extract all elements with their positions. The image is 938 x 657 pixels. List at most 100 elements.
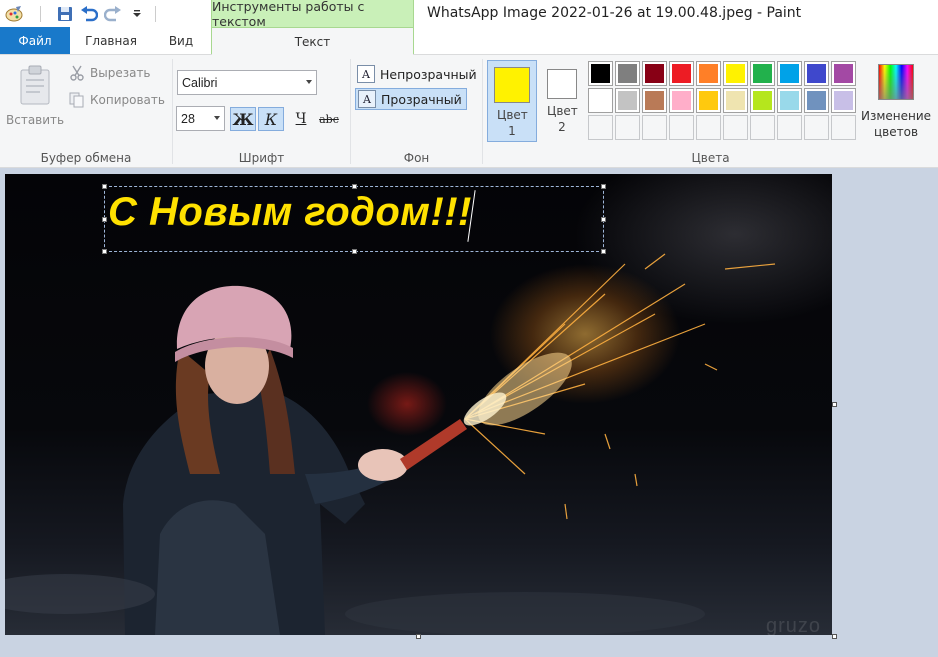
color1-button[interactable]: Цвет 1 xyxy=(487,60,537,142)
background-group-label: Фон xyxy=(403,151,430,165)
palette-color-fill xyxy=(591,91,610,110)
bold-button[interactable]: Ж xyxy=(230,107,256,131)
palette-color-fill xyxy=(807,91,826,110)
palette-color-fill xyxy=(618,64,637,83)
palette-color-fill xyxy=(672,91,691,110)
palette-color-fill xyxy=(834,64,853,83)
palette-color-swatch[interactable] xyxy=(723,61,748,86)
palette-color-swatch[interactable] xyxy=(804,61,829,86)
paste-label: Вставить xyxy=(6,113,65,127)
edit-colors-button[interactable]: Изменение цветов xyxy=(860,61,932,140)
palette-color-swatch[interactable] xyxy=(696,61,721,86)
chevron-down-icon xyxy=(306,80,312,84)
palette-color-swatch[interactable] xyxy=(750,88,775,113)
palette-color-swatch[interactable] xyxy=(723,88,748,113)
copy-button[interactable]: Копировать xyxy=(68,90,165,110)
background-group: A Непрозрачный A Прозрачный Фон xyxy=(351,55,482,168)
color-spectrum-icon xyxy=(878,64,914,100)
text-box-handle[interactable] xyxy=(352,184,357,189)
redo-icon[interactable] xyxy=(101,3,125,25)
palette-custom-slot[interactable] xyxy=(723,115,748,140)
palette-color-swatch[interactable] xyxy=(831,88,856,113)
palette-color-fill xyxy=(699,64,718,83)
font-size-select[interactable]: 28 xyxy=(176,106,225,131)
quick-access-toolbar xyxy=(0,0,158,27)
palette-color-swatch[interactable] xyxy=(642,61,667,86)
canvas-resize-handle-bottom[interactable] xyxy=(416,634,421,639)
palette-color-fill xyxy=(645,91,664,110)
canvas-resize-handle-right[interactable] xyxy=(832,402,837,407)
strikethrough-button[interactable]: abc xyxy=(316,107,342,131)
palette-color-fill xyxy=(780,64,799,83)
tab-view[interactable]: Вид xyxy=(152,27,210,55)
color1-label: Цвет 1 xyxy=(497,108,528,138)
palette-color-swatch[interactable] xyxy=(777,88,802,113)
palette-color-fill xyxy=(780,91,799,110)
font-family-select[interactable]: Calibri xyxy=(177,70,317,95)
text-box-handle[interactable] xyxy=(102,184,107,189)
font-family-value: Calibri xyxy=(182,75,218,90)
palette-custom-slot[interactable] xyxy=(642,115,667,140)
canvas-resize-handle-corner[interactable] xyxy=(832,634,837,639)
chevron-down-icon xyxy=(214,116,220,120)
palette-color-swatch[interactable] xyxy=(804,88,829,113)
tab-file[interactable]: Файл xyxy=(0,27,70,55)
paint-app-icon[interactable] xyxy=(2,3,26,25)
text-box-handle[interactable] xyxy=(601,184,606,189)
text-box-handle[interactable] xyxy=(601,217,606,222)
palette-custom-slot[interactable] xyxy=(750,115,775,140)
palette-color-fill xyxy=(834,91,853,110)
palette-custom-slot[interactable] xyxy=(588,115,613,140)
palette-color-swatch[interactable] xyxy=(615,61,640,86)
save-icon[interactable] xyxy=(53,3,77,25)
window-title: WhatsApp Image 2022-01-26 at 19.00.48.jp… xyxy=(427,5,802,21)
tab-text[interactable]: Текст xyxy=(211,27,414,56)
color2-swatch xyxy=(547,69,577,99)
palette-color-swatch[interactable] xyxy=(831,61,856,86)
paint-window: Инструменты работы с текстом WhatsApp Im… xyxy=(0,0,938,657)
text-box-handle[interactable] xyxy=(352,249,357,254)
transparent-option[interactable]: A Прозрачный xyxy=(355,88,467,110)
opaque-text-icon: A xyxy=(357,65,375,83)
palette-color-swatch[interactable] xyxy=(588,61,613,86)
palette-color-swatch[interactable] xyxy=(615,88,640,113)
text-box-handle[interactable] xyxy=(102,217,107,222)
palette-color-swatch[interactable] xyxy=(777,61,802,86)
edit-colors-label: Изменение цветов xyxy=(860,109,932,139)
palette-color-swatch[interactable] xyxy=(588,88,613,113)
palette-color-swatch[interactable] xyxy=(696,88,721,113)
color2-button[interactable]: Цвет 2 xyxy=(537,60,587,142)
italic-button[interactable]: К xyxy=(258,107,284,131)
paste-button[interactable]: Вставить xyxy=(6,61,64,131)
palette-color-fill xyxy=(726,64,745,83)
ribbon: Вставить Вырезать Копировать Буфер обмен… xyxy=(0,55,938,168)
cut-button[interactable]: Вырезать xyxy=(68,63,151,83)
palette-custom-slot[interactable] xyxy=(615,115,640,140)
toolbar-separator xyxy=(155,5,156,22)
palette-color-fill xyxy=(618,91,637,110)
palette-color-fill xyxy=(753,91,772,110)
tab-home[interactable]: Главная xyxy=(70,27,152,55)
color-palette xyxy=(588,61,856,140)
palette-custom-slot[interactable] xyxy=(696,115,721,140)
palette-color-swatch[interactable] xyxy=(642,88,667,113)
palette-custom-slot[interactable] xyxy=(804,115,829,140)
palette-color-swatch[interactable] xyxy=(669,88,694,113)
palette-color-fill xyxy=(726,91,745,110)
clipboard-group-label: Буфер обмена xyxy=(40,151,132,165)
greeting-text[interactable]: С Новым годом!!! xyxy=(108,190,472,235)
palette-color-swatch[interactable] xyxy=(750,61,775,86)
text-box-handle[interactable] xyxy=(102,249,107,254)
underline-button[interactable]: Ч xyxy=(288,107,314,131)
font-group: Calibri 28 Ж К Ч abc Шрифт xyxy=(173,55,350,168)
palette-custom-slot[interactable] xyxy=(777,115,802,140)
palette-custom-slot[interactable] xyxy=(669,115,694,140)
palette-color-fill xyxy=(645,64,664,83)
palette-custom-slot[interactable] xyxy=(831,115,856,140)
undo-icon[interactable] xyxy=(77,3,101,25)
palette-color-fill xyxy=(672,64,691,83)
customize-dropdown-icon[interactable] xyxy=(125,3,149,25)
text-box-handle[interactable] xyxy=(601,249,606,254)
opaque-option[interactable]: A Непрозрачный xyxy=(355,63,481,85)
palette-color-swatch[interactable] xyxy=(669,61,694,86)
